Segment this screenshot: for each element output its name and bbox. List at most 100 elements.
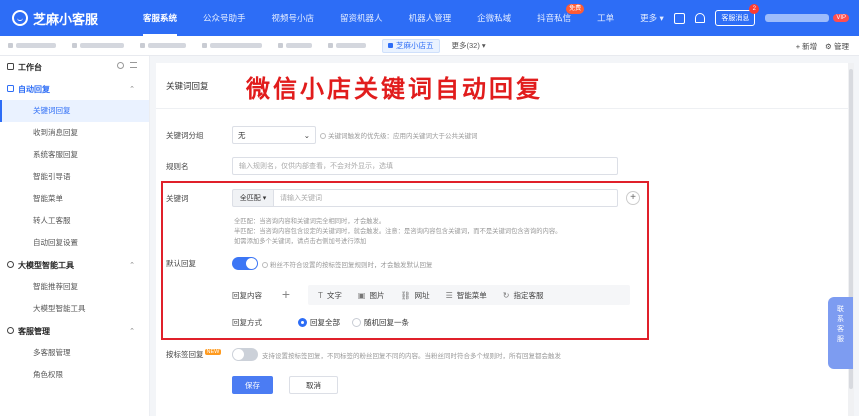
section-title: 大模型智能工具 (18, 260, 74, 270)
account-tab-active[interactable]: 芝麻小店五 (382, 38, 440, 53)
form-actions: 保存 取消 (232, 376, 338, 394)
section-title: 客服管理 (18, 326, 50, 336)
sidebar-section-ai-tools[interactable]: 大模型智能工具 ⌃ (0, 254, 149, 276)
reply-type-link[interactable]: ⛓ 网址 (400, 290, 429, 301)
service-message-button[interactable]: 客服消息 2 (715, 4, 760, 26)
sidebar-item-guide[interactable]: 智能引导语 (0, 166, 149, 188)
nav-ticket[interactable]: 工单 (584, 0, 627, 36)
bell-icon[interactable] (695, 13, 706, 23)
note-line: 全匹配：当咨询内容和关键词完全相同时，才会触发。 (234, 218, 386, 225)
default-reply-toggle[interactable] (232, 257, 258, 270)
section-title: 自动回复 (18, 84, 50, 94)
nav-video-shop[interactable]: 视频号小店 (259, 0, 328, 36)
menu-icon[interactable] (130, 62, 137, 68)
sidebar-workbench-label: 工作台 (18, 62, 42, 72)
reply-mode-label: 回复方式 (232, 318, 262, 327)
sidebar-item-roles[interactable]: 角色权限 (0, 364, 149, 386)
sidebar-section-auto-reply[interactable]: 自动回复 ⌃ (0, 78, 149, 100)
chevron-up-icon: ⌃ (129, 328, 135, 335)
nav-more[interactable]: 更多 ▾ (627, 0, 677, 36)
sidebar-item-smart-menu[interactable]: 智能菜单 (0, 188, 149, 210)
add-keyword-button[interactable]: + (626, 191, 640, 205)
home-icon (7, 63, 14, 70)
reply-type-label: 图片 (369, 290, 385, 300)
keyword-input[interactable]: 请输入关键词 (274, 189, 618, 207)
user-name-redacted (765, 14, 830, 22)
sidebar-item-message-reply[interactable]: 收到消息回复 (0, 122, 149, 144)
reply-type-smart-menu[interactable]: ☰ 智能菜单 (446, 290, 487, 301)
account-tab[interactable] (202, 36, 262, 56)
sidebar-item-transfer[interactable]: 转人工客服 (0, 210, 149, 232)
radio-unselected-icon (352, 318, 361, 327)
text-icon: T (318, 290, 323, 300)
phone-icon[interactable] (674, 12, 686, 24)
sidebar-item-reply-settings[interactable]: 自动回复设置 (0, 232, 149, 254)
search-icon[interactable] (117, 62, 124, 69)
list-icon: ☰ (445, 290, 453, 300)
account-tab[interactable] (72, 36, 124, 56)
sidebar-item-keyword-reply[interactable]: 关键词回复 (0, 100, 149, 122)
nav-bot-management[interactable]: 机器人管理 (396, 0, 465, 36)
reply-type-agent[interactable]: ↻ 指定客服 (503, 290, 544, 301)
nav-official-account[interactable]: 公众号助手 (190, 0, 259, 36)
headset-icon (7, 327, 14, 334)
top-right-tools: 客服消息 2 VIP (674, 0, 849, 36)
add-account-button[interactable]: + 新增 (796, 41, 817, 52)
float-char: 联 (837, 306, 844, 313)
agent-icon: ↻ (502, 290, 510, 300)
reply-type-image[interactable]: ▣ 图片 (358, 290, 385, 301)
sidebar-section-cs-management[interactable]: 客服管理 ⌃ (0, 320, 149, 342)
nav-douyin[interactable]: 抖音私信 免费 (524, 0, 585, 36)
account-icon (328, 43, 333, 48)
rule-name-input[interactable]: 输入规则名，仅供内部查看，不会对外显示，选填 (232, 157, 618, 175)
match-notes: 全匹配：当咨询内容和关键词完全相同时，才会触发。 半匹配：当咨询内容包含设定的关… (234, 217, 561, 247)
tag-reply-toggle[interactable] (232, 348, 258, 361)
nav-customer-service[interactable]: 客服系统 (130, 0, 190, 36)
reply-type-bar: T 文字 ▣ 图片 ⛓ 网址 ☰ 智能菜单 ↻ 指定客服 (308, 285, 630, 305)
annotation-title: 微信小店关键词自动回复 (246, 74, 543, 103)
tag-reply-row: 按标签回复 NEW 支持设置按标签回复，不同标签的粉丝回复不同的内容。当粉丝同时符… (166, 348, 561, 361)
account-tab[interactable] (328, 36, 366, 56)
account-tabs: 芝麻小店五 更多(32) ▾ + 新增 ⚙ 管理 (0, 36, 859, 56)
manage-accounts-button[interactable]: ⚙ 管理 (825, 41, 849, 52)
default-reply-hint-text: 粉丝不符合设置的按标签回复规则时，才会触发默认回复 (270, 261, 433, 269)
account-tab[interactable] (140, 36, 186, 56)
more-accounts-dropdown[interactable]: 更多(32) ▾ (452, 40, 486, 51)
nav-wecom[interactable]: 企微私域 (464, 0, 524, 36)
nav-lead-bot[interactable]: 留资机器人 (327, 0, 396, 36)
sidebar-item-ai-tools[interactable]: 大模型智能工具 (0, 298, 149, 320)
cancel-button[interactable]: 取消 (289, 376, 338, 394)
nav-label: 抖音私信 (537, 13, 572, 23)
match-type-select[interactable]: 全匹配 ▾ (232, 189, 274, 207)
float-char: 客 (837, 326, 844, 333)
main-nav: 客服系统 公众号助手 视频号小店 留资机器人 机器人管理 企微私域 抖音私信 免费… (130, 0, 677, 36)
contact-support-button[interactable]: 联 系 客 服 (828, 297, 853, 369)
group-select[interactable]: 无 ⌄ (232, 126, 316, 144)
nav-label: 视频号小店 (271, 13, 315, 23)
reply-type-text[interactable]: T 文字 (318, 290, 342, 301)
user-menu[interactable]: VIP (765, 14, 849, 22)
default-reply-label: 默认回复 (166, 259, 196, 268)
nav-label: 留资机器人 (340, 13, 383, 23)
account-icon (8, 43, 13, 48)
rule-label: 规则名 (166, 161, 189, 171)
service-message-label: 客服消息 (721, 15, 750, 22)
account-tab[interactable] (8, 36, 56, 56)
account-icon (72, 43, 77, 48)
new-badge: NEW (204, 349, 222, 355)
sidebar-item-multi-agent[interactable]: 多客服管理 (0, 342, 149, 364)
chevron-up-icon: ⌃ (129, 262, 135, 269)
account-tab[interactable] (278, 36, 312, 56)
sidebar-tools (117, 62, 137, 69)
sidebar-workbench[interactable]: 工作台 (0, 56, 149, 78)
sidebar-item-system-reply[interactable]: 系统客服回复 (0, 144, 149, 166)
keyword-label: 关键词 (166, 193, 189, 203)
add-content-icon[interactable]: + (278, 287, 294, 303)
radio-reply-random[interactable]: 随机回复一条 (352, 317, 409, 328)
save-button[interactable]: 保存 (232, 376, 273, 394)
sidebar-item-smart-recommend[interactable]: 智能推荐回复 (0, 276, 149, 298)
info-icon (262, 261, 268, 268)
radio-reply-all[interactable]: 回复全部 (298, 317, 340, 328)
main-content: 关键词回复 微信小店关键词自动回复 关键词分组 无 ⌄ 关键词触发的优先级：应用… (156, 63, 850, 416)
brand[interactable]: 芝麻小客服 (0, 9, 130, 28)
